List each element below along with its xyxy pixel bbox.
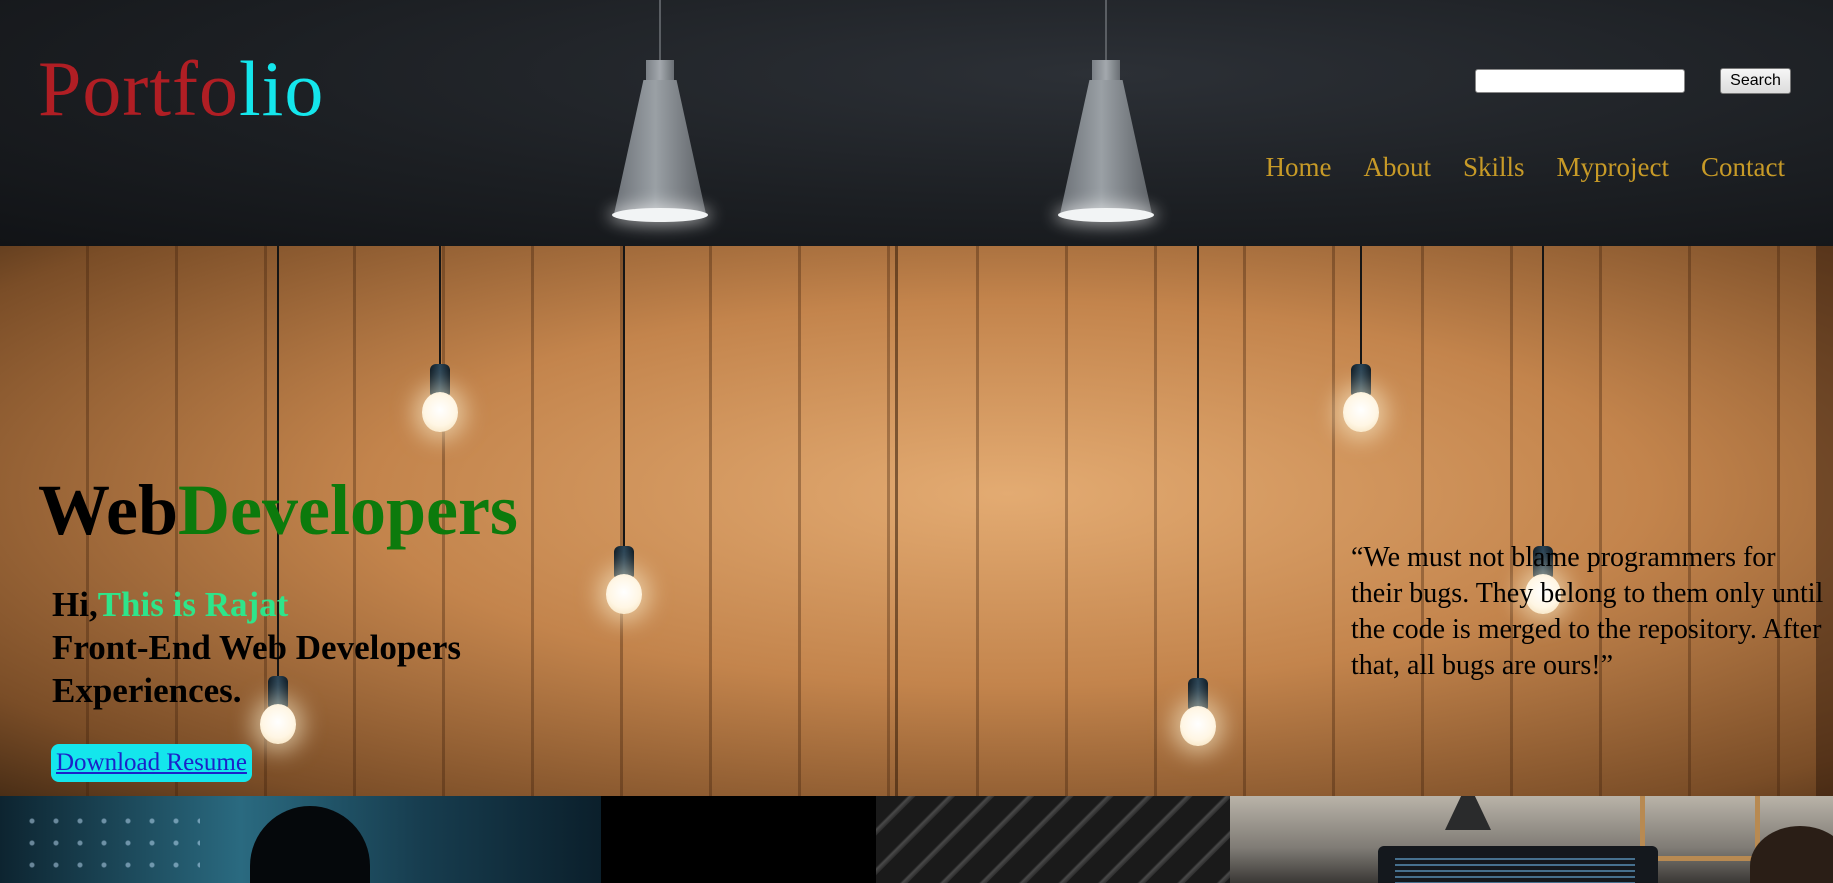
download-resume-button[interactable]: Download Resume [51,744,252,782]
nav-about[interactable]: About [1364,152,1432,183]
nav-skills[interactable]: Skills [1463,152,1525,183]
search-input[interactable] [1475,69,1685,93]
hero-section: WebDevelopers Hi,This is Rajat Front-End… [0,246,1833,796]
author-name: This is Rajat [97,585,289,624]
site-header: Portfolio Search Home About Skills Mypro… [0,0,1833,246]
nav-myproject[interactable]: Myproject [1557,152,1669,183]
main-nav: Home About Skills Myproject Contact [1266,152,1785,183]
wood-seam [895,246,898,796]
gallery-strip [0,796,1833,883]
programmer-quote: “We must not blame programmers for their… [1351,542,1824,681]
black-image [601,796,876,883]
wood-edge [1816,246,1833,796]
logo-part-1: Portfo [38,45,239,132]
greeting: Hi, [52,585,98,624]
greeting-line: Hi,This is Rajat [52,583,461,626]
role-line-2: Experiences. [52,671,242,710]
nav-contact[interactable]: Contact [1701,152,1785,183]
site-logo[interactable]: Portfolio [38,50,324,128]
pendant-lamp-image [600,0,720,232]
hero-title-part-2: Developers [178,470,518,550]
logo-part-2: lio [239,45,325,132]
pendant-lamp-image [1046,0,1166,232]
nav-home[interactable]: Home [1266,152,1332,183]
hero-title-part-1: Web [38,470,179,550]
role-line-1: Front-End Web Developers [52,628,461,667]
search-button[interactable]: Search [1720,68,1791,94]
stripes-image [876,796,1230,883]
hero-intro: Hi,This is Rajat Front-End Web Developer… [52,583,461,712]
hacker-image [0,796,601,883]
hero-title: WebDevelopers [38,474,518,546]
workspace-image [1230,796,1833,883]
